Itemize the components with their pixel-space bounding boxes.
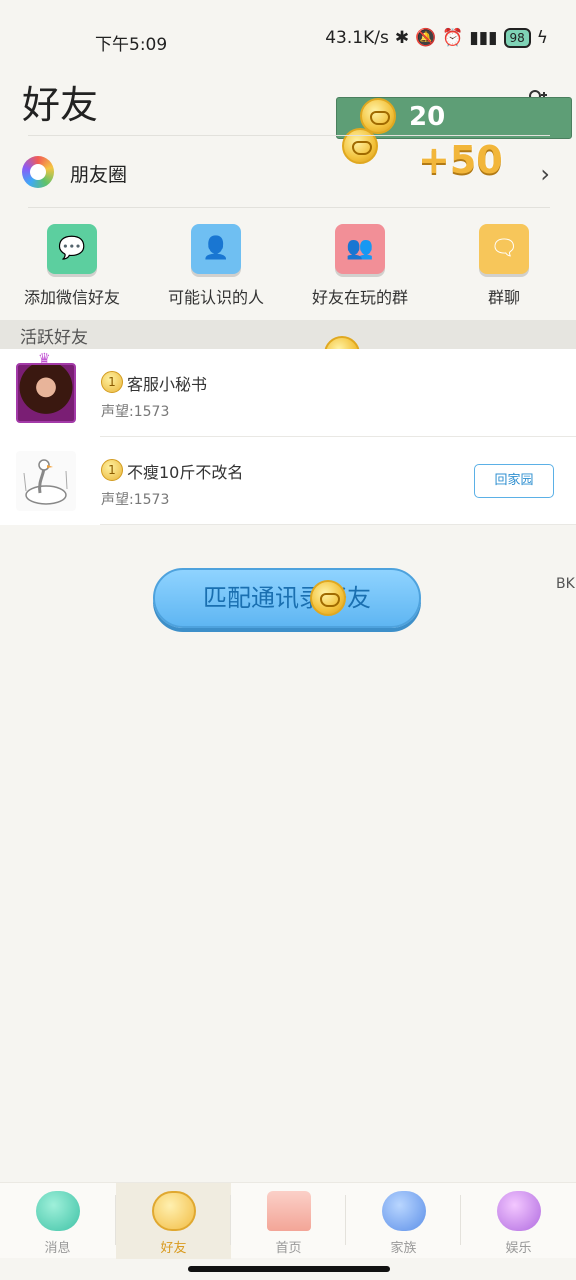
go-home-button[interactable]: 回家园 <box>474 464 554 498</box>
reward-count: 20 <box>409 102 446 132</box>
tab-label: 家族 <box>390 1241 417 1256</box>
friend-reputation: 声望:1573 <box>101 404 170 420</box>
status-indicators: 43.1K/s ✱ 🔕 ⏰ ▮▮▮ 98 ϟ <box>325 28 548 48</box>
crown-icon: ♛ <box>38 351 51 367</box>
tab-messages[interactable]: 消息 <box>0 1183 115 1259</box>
tab-home[interactable]: 首页 <box>231 1183 346 1259</box>
friend-icon <box>151 1191 196 1231</box>
divider <box>28 207 550 208</box>
section-header: 活跃好友 <box>0 320 576 349</box>
person-icon: 👤 <box>191 224 241 274</box>
bottom-tab-bar: 消息 好友 首页 家族 娱乐 <box>0 1182 576 1259</box>
people-icon: 👥 <box>335 224 385 274</box>
signal-icon: ▮▮▮ <box>469 28 498 48</box>
tab-label: 首页 <box>275 1241 302 1256</box>
status-bar: 下午5:09 43.1K/s ✱ 🔕 ⏰ ▮▮▮ 98 ϟ <box>0 0 576 80</box>
alarm-icon: ⏰ <box>442 28 464 48</box>
network-speed: 43.1K/s <box>325 28 389 48</box>
wechat-icon: 💬 <box>47 224 97 274</box>
list-item[interactable]: 1 不瘦10斤不改名 声望:1573 回家园 <box>0 437 576 525</box>
friend-name: 客服小秘书 <box>127 375 208 394</box>
match-contacts-button[interactable]: 匹配通讯录好友 <box>153 568 421 628</box>
divider <box>100 524 576 525</box>
tab-label: 好友 <box>160 1241 187 1256</box>
mute-icon: 🔕 <box>415 28 437 48</box>
shortcut-label: 群聊 <box>487 288 520 307</box>
house-icon <box>266 1191 311 1231</box>
home-indicator[interactable] <box>188 1266 390 1272</box>
moments-label: 朋友圈 <box>70 164 128 186</box>
bluetooth-icon: ✱ <box>394 28 410 48</box>
shortcut-grid: 💬 添加微信好友 👤 可能认识的人 👥 好友在玩的群 🗨 群聊 <box>0 220 576 316</box>
status-time: 下午5:09 <box>95 35 168 55</box>
tab-friends[interactable]: 好友 <box>116 1183 231 1259</box>
charging-icon: ϟ <box>536 28 548 48</box>
moments-icon <box>22 156 54 188</box>
shortcut-add-wechat-friend[interactable]: 💬 添加微信好友 <box>0 220 144 308</box>
shortcut-group-chat[interactable]: 🗨 群聊 <box>432 220 576 308</box>
tab-label: 娱乐 <box>505 1241 532 1256</box>
message-icon <box>35 1191 80 1231</box>
medal-icon: 1 <box>101 371 123 393</box>
battery-icon: 98 <box>503 28 531 48</box>
tab-family[interactable]: 家族 <box>346 1183 461 1259</box>
page-title: 好友 <box>22 83 99 127</box>
moments-row[interactable]: 朋友圈 › <box>0 140 576 206</box>
family-icon <box>381 1191 426 1231</box>
tab-entertainment[interactable]: 娱乐 <box>461 1183 576 1259</box>
section-title: 活跃好友 <box>20 328 88 348</box>
coin-icon <box>310 580 346 616</box>
side-tag[interactable]: BK <box>556 577 575 592</box>
tab-label: 消息 <box>44 1241 71 1256</box>
shortcut-label: 可能认识的人 <box>167 288 264 307</box>
shortcut-label: 添加微信好友 <box>23 288 120 307</box>
chevron-right-icon: › <box>540 160 550 188</box>
chat-icon: 🗨 <box>479 224 529 274</box>
list-item[interactable]: ♛ 1 客服小秘书 声望:1573 <box>0 349 576 437</box>
friend-reputation: 声望:1573 <box>101 492 170 508</box>
friend-name: 不瘦10斤不改名 <box>127 463 244 482</box>
medal-icon: 1 <box>101 459 123 481</box>
shortcut-friends-groups[interactable]: 👥 好友在玩的群 <box>288 220 432 308</box>
planet-icon <box>496 1191 541 1231</box>
divider <box>28 135 550 136</box>
avatar <box>16 363 76 423</box>
avatar <box>16 451 76 511</box>
shortcut-people-you-may-know[interactable]: 👤 可能认识的人 <box>144 220 288 308</box>
shortcut-label: 好友在玩的群 <box>311 288 408 307</box>
